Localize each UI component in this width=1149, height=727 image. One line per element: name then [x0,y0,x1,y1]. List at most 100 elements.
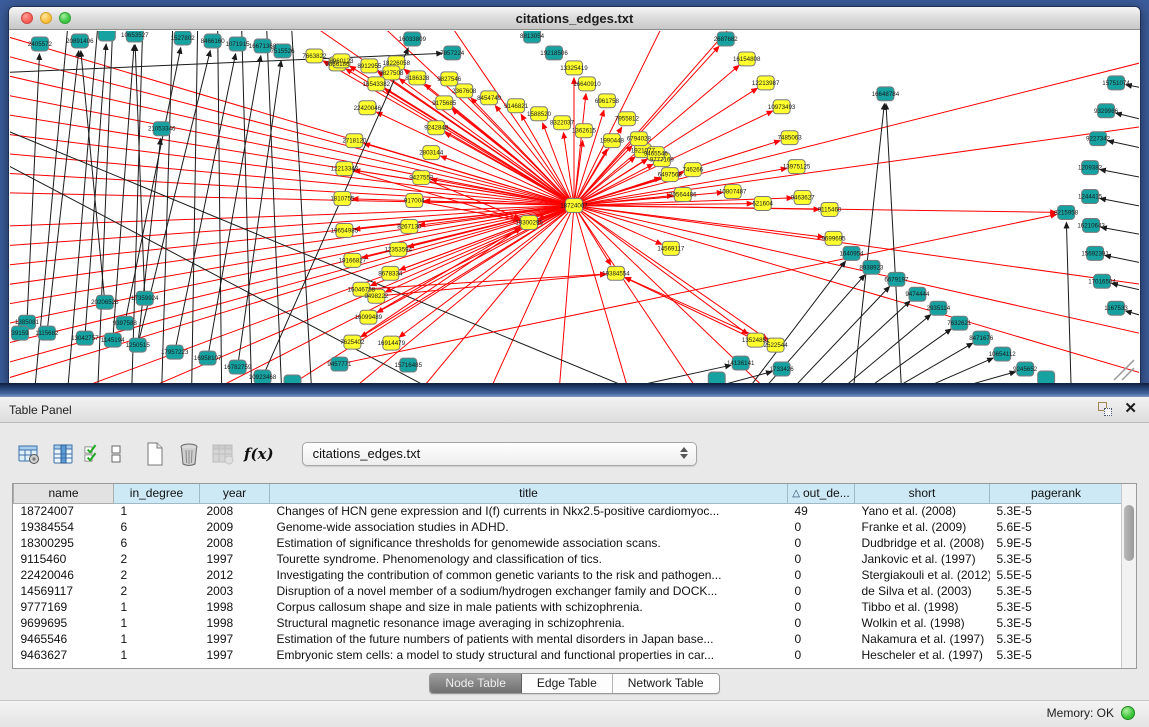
table-cell[interactable]: 1998 [200,599,270,615]
table-row[interactable]: 946362711997Embryonic stem cells: a mode… [14,647,1123,663]
table-cell[interactable]: 2 [114,551,200,567]
table-cell[interactable]: 5.3E-5 [990,647,1123,663]
table-cell[interactable]: 0 [788,615,855,631]
table-cell[interactable]: 2008 [200,535,270,551]
table-row[interactable]: 1872400712008Changes of HCN gene express… [14,503,1123,519]
table-cell[interactable]: Stergiakouli et al. (2012) [855,567,990,583]
table-row[interactable]: 1456911722003Disruption of a novel membe… [14,583,1123,599]
table-selector-dropdown[interactable]: citations_edges.txt [302,442,697,466]
network-window-titlebar[interactable]: citations_edges.txt [9,7,1140,30]
table-cell[interactable]: 1 [114,631,200,647]
table-cell[interactable]: Franke et al. (2009) [855,519,990,535]
row-options-button[interactable] [108,441,124,467]
table-cell[interactable]: 2009 [200,519,270,535]
table-cell[interactable]: 5.3E-5 [990,599,1123,615]
import-table-button[interactable] [210,441,236,467]
table-cell[interactable]: 9463627 [14,647,114,663]
scrollbar-thumb[interactable] [1124,505,1134,561]
table-cell[interactable]: 1 [114,503,200,519]
table-cell[interactable]: Jankovic et al. (1997) [855,551,990,567]
table-cell[interactable]: 2012 [200,567,270,583]
table-row[interactable]: 1830029562008Estimation of significance … [14,535,1123,551]
tab-node-table[interactable]: Node Table [430,674,522,693]
table-cell[interactable]: Estimation of significance thresholds fo… [270,535,788,551]
table-cell[interactable]: 9777169 [14,599,114,615]
table-cell[interactable]: 9699695 [14,615,114,631]
new-column-button[interactable] [142,441,168,467]
table-cell[interactable]: 9465546 [14,631,114,647]
attribute-table-grid[interactable]: namein_degreeyeartitle△out_de...shortpag… [13,484,1123,663]
table-cell[interactable]: 1997 [200,647,270,663]
table-cell[interactable]: 1 [114,599,200,615]
graph-node[interactable] [708,372,725,383]
table-cell[interactable]: Changes of HCN gene expression and I(f) … [270,503,788,519]
table-options-button[interactable] [16,441,42,467]
table-vertical-scrollbar[interactable] [1121,484,1136,668]
table-cell[interactable]: 5.3E-5 [990,503,1123,519]
graph-node[interactable] [284,375,301,383]
table-cell[interactable]: 1 [114,647,200,663]
graph-node[interactable] [1038,371,1055,383]
column-header-name[interactable]: name [14,484,114,503]
table-cell[interactable]: Genome-wide association studies in ADHD. [270,519,788,535]
table-row[interactable]: 911546021997Tourette syndrome. Phenomeno… [14,551,1123,567]
table-cell[interactable]: 2008 [200,503,270,519]
table-cell[interactable]: 0 [788,647,855,663]
table-row[interactable]: 946554611997Estimation of the future num… [14,631,1123,647]
table-cell[interactable]: Tourette syndrome. Phenomenology and cla… [270,551,788,567]
table-cell[interactable]: 5.3E-5 [990,583,1123,599]
table-cell[interactable]: 5.3E-5 [990,551,1123,567]
table-cell[interactable]: 19384554 [14,519,114,535]
table-cell[interactable]: 5.5E-5 [990,567,1123,583]
table-cell[interactable]: 5.3E-5 [990,615,1123,631]
column-header-short[interactable]: short [855,484,990,503]
table-cell[interactable]: Wolkin et al. (1998) [855,615,990,631]
table-cell[interactable]: 49 [788,503,855,519]
table-cell[interactable]: Nakamura et al. (1997) [855,631,990,647]
function-builder-button[interactable]: f(x) [244,441,288,467]
table-cell[interactable]: 18724007 [14,503,114,519]
table-cell[interactable]: 2 [114,583,200,599]
table-row[interactable]: 1938455462009Genome-wide association stu… [14,519,1123,535]
table-cell[interactable]: Disruption of a novel member of a sodium… [270,583,788,599]
table-cell[interactable]: 18300295 [14,535,114,551]
float-panel-icon[interactable] [1098,402,1112,416]
table-cell[interactable]: 5.9E-5 [990,535,1123,551]
table-cell[interactable]: 5.3E-5 [990,631,1123,647]
table-cell[interactable]: Corpus callosum shape and size in male p… [270,599,788,615]
column-header-title[interactable]: title [270,484,788,503]
table-cell[interactable]: Tibbo et al. (1998) [855,599,990,615]
column-header-out-de-[interactable]: △out_de... [788,484,855,503]
table-cell[interactable]: 22420046 [14,567,114,583]
table-cell[interactable]: 0 [788,599,855,615]
graph-node[interactable] [98,31,115,41]
table-cell[interactable]: Investigating the contribution of common… [270,567,788,583]
delete-column-button[interactable] [176,441,202,467]
table-cell[interactable]: 6 [114,535,200,551]
table-row[interactable]: 2242004622012Investigating the contribut… [14,567,1123,583]
table-cell[interactable]: 0 [788,535,855,551]
table-cell[interactable]: 2 [114,567,200,583]
table-cell[interactable]: 2003 [200,583,270,599]
table-cell[interactable]: Dudbridge et al. (2008) [855,535,990,551]
table-cell[interactable]: 0 [788,583,855,599]
table-cell[interactable]: 0 [788,567,855,583]
table-cell[interactable]: de Silva et al. (2003) [855,583,990,599]
table-cell[interactable]: 9115460 [14,551,114,567]
table-cell[interactable]: 0 [788,519,855,535]
table-cell[interactable]: Estimation of the future numbers of pati… [270,631,788,647]
table-cell[interactable]: 0 [788,551,855,567]
table-cell[interactable]: Yano et al. (2008) [855,503,990,519]
table-cell[interactable]: 6 [114,519,200,535]
table-row[interactable]: 969969511998Structural magnetic resonanc… [14,615,1123,631]
column-header-year[interactable]: year [200,484,270,503]
table-cell[interactable]: 5.6E-5 [990,519,1123,535]
select-attributes-button[interactable] [84,441,100,467]
tab-edge-table[interactable]: Edge Table [522,674,613,693]
tab-network-table[interactable]: Network Table [613,674,719,693]
table-cell[interactable]: 1997 [200,631,270,647]
table-cell[interactable]: Embryonic stem cells: a model to study s… [270,647,788,663]
column-header-pagerank[interactable]: pagerank [990,484,1123,503]
table-cell[interactable]: 14569117 [14,583,114,599]
table-cell[interactable]: 1997 [200,551,270,567]
